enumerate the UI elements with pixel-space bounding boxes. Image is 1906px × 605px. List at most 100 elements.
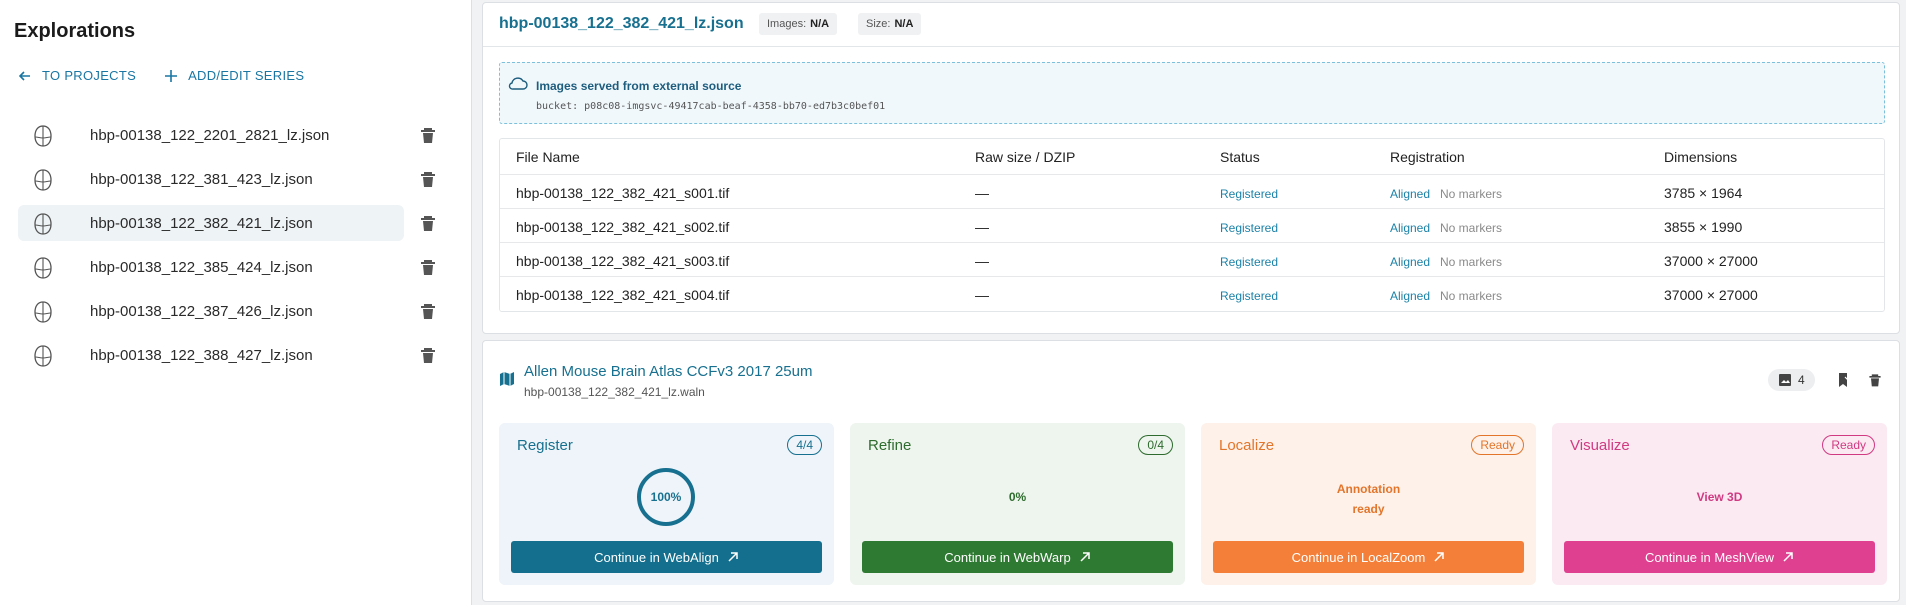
registration-aligned: Aligned [1390,255,1431,269]
col-header-registration[interactable]: Registration [1390,149,1465,165]
size-label: Size: [866,18,891,30]
series-item-label: hbp-00138_122_2201_2821_lz.json [90,126,330,144]
raw-size: — [975,287,989,303]
series-item[interactable]: hbp-00138_122_385_424_lz.json [18,249,454,285]
visualize-title: Visualize [1570,437,1630,454]
series-list: hbp-00138_122_2201_2821_lz.json hbp-0013… [18,117,454,381]
add-edit-series-label: ADD/EDIT SERIES [188,68,305,83]
continue-webwarp-button[interactable]: Continue in WebWarp [862,541,1173,573]
trash-icon[interactable] [418,345,438,365]
external-source-title: Images served from external source [536,79,742,93]
refine-card: Refine 0/4 0% Continue in WebWarp [850,423,1185,585]
refine-progress: 0% [1008,490,1027,504]
localize-card: Localize Ready Annotation ready Continue… [1201,423,1536,585]
continue-localzoom-label: Continue in LocalZoom [1291,549,1426,565]
continue-webwarp-label: Continue in WebWarp [944,549,1071,565]
file-name: hbp-00138_122_382_421_s002.tif [516,219,730,235]
registration-markers: No markers [1440,187,1503,201]
trash-icon[interactable] [1867,372,1883,388]
sidebar-actions: TO PROJECTS ADD/EDIT SERIES [18,68,304,83]
series-item-label: hbp-00138_122_381_423_lz.json [90,170,313,188]
series-item[interactable]: hbp-00138_122_388_427_lz.json [18,337,454,373]
series-item[interactable]: hbp-00138_122_2201_2821_lz.json [18,117,454,153]
table-header-row: File Name Raw size / DZIP Status Registr… [500,139,1884,175]
external-link-icon [1783,552,1793,562]
raw-size: — [975,185,989,201]
registration-markers: No markers [1440,289,1503,303]
brain-icon [34,169,52,191]
continue-webalign-button[interactable]: Continue in WebAlign [511,541,822,573]
registration-aligned: Aligned [1390,187,1431,201]
col-header-file-name[interactable]: File Name [516,149,580,165]
images-chip: Images: N/A [759,13,838,35]
status: Registered [1220,255,1279,269]
brain-icon [34,213,52,235]
dimensions: 3855 × 1990 [1664,219,1743,235]
table-row[interactable]: hbp-00138_122_382_421_s004.tif — Registe… [500,277,1884,311]
localize-status-line1: Annotation [1336,482,1401,496]
external-link-icon [1434,552,1445,562]
col-header-dimensions[interactable]: Dimensions [1664,149,1737,165]
series-item-label: hbp-00138_122_387_426_lz.json [90,302,313,320]
trash-icon[interactable] [418,169,438,189]
to-projects-link[interactable]: TO PROJECTS [18,68,136,83]
localize-status: Annotation ready [1201,479,1536,519]
series-detail-panel: hbp-00138_122_382_421_lz.json Images: N/… [482,2,1900,334]
view-3d-label: View 3D [1696,490,1743,504]
table-row[interactable]: hbp-00138_122_382_421_s001.tif — Registe… [500,175,1884,209]
sidebar: Explorations TO PROJECTS ADD/EDIT SERIES… [0,0,472,605]
table-row[interactable]: hbp-00138_122_382_421_s002.tif — Registe… [500,209,1884,243]
file-name: hbp-00138_122_382_421_s003.tif [516,253,730,269]
continue-meshview-button[interactable]: Continue in MeshView [1564,541,1875,573]
localize-status-line2: ready [1352,502,1385,516]
register-progress-ring: 100% [637,468,695,526]
dimensions: 37000 × 27000 [1664,287,1758,303]
external-link-icon [1080,552,1090,562]
atlas-panel: Allen Mouse Brain Atlas CCFv3 2017 25um … [482,340,1900,602]
continue-webalign-label: Continue in WebAlign [594,549,719,565]
register-progress: 100% [650,490,682,504]
trash-icon[interactable] [418,125,438,145]
dimensions: 37000 × 27000 [1664,253,1758,269]
series-item[interactable]: hbp-00138_122_387_426_lz.json [18,293,454,329]
series-item-label: hbp-00138_122_382_421_lz.json [90,214,313,232]
status: Registered [1220,289,1279,303]
continue-meshview-label: Continue in MeshView [1644,549,1775,565]
bucket-id: bucket: p08c08-imgsvc-49417cab-beaf-4358… [536,101,886,112]
brain-icon [34,301,52,323]
status: Registered [1220,187,1279,201]
file-table: File Name Raw size / DZIP Status Registr… [499,138,1885,312]
atlas-file: hbp-00138_122_382_421_lz.waln [524,385,705,399]
file-name: hbp-00138_122_382_421_s004.tif [516,287,730,303]
trash-icon[interactable] [418,257,438,277]
registration-markers: No markers [1440,221,1503,235]
registration-markers: No markers [1440,255,1503,269]
col-header-raw-size[interactable]: Raw size / DZIP [975,149,1075,165]
localize-title: Localize [1219,437,1275,454]
brain-icon [34,257,52,279]
continue-localzoom-button[interactable]: Continue in LocalZoom [1213,541,1524,573]
series-item[interactable]: hbp-00138_122_381_423_lz.json [18,161,454,197]
register-title: Register [517,437,573,454]
series-item-label: hbp-00138_122_385_424_lz.json [90,258,313,276]
refine-title: Refine [868,437,912,454]
brain-icon [34,125,52,147]
col-header-status[interactable]: Status [1220,149,1260,165]
trash-icon[interactable] [418,301,438,321]
cloud-icon [508,77,528,90]
raw-size: — [975,253,989,269]
atlas-name[interactable]: Allen Mouse Brain Atlas CCFv3 2017 25um [524,363,812,380]
to-projects-label: TO PROJECTS [42,68,137,83]
raw-size: — [975,219,989,235]
arrow-left-icon [18,70,30,81]
table-row[interactable]: hbp-00138_122_382_421_s003.tif — Registe… [500,243,1884,277]
series-item-active[interactable]: hbp-00138_122_382_421_lz.json [18,205,435,241]
add-edit-series-link[interactable]: ADD/EDIT SERIES [164,68,304,83]
register-badge: 4/4 [787,435,822,455]
map-icon [500,372,514,386]
bookmark-icon[interactable] [1835,372,1851,388]
register-card: Register 4/4 100% Continue in WebAlign [499,423,834,585]
trash-icon[interactable] [418,213,438,233]
brain-icon [34,345,52,367]
visualize-card: Visualize Ready View 3D Continue in Mesh… [1552,423,1887,585]
